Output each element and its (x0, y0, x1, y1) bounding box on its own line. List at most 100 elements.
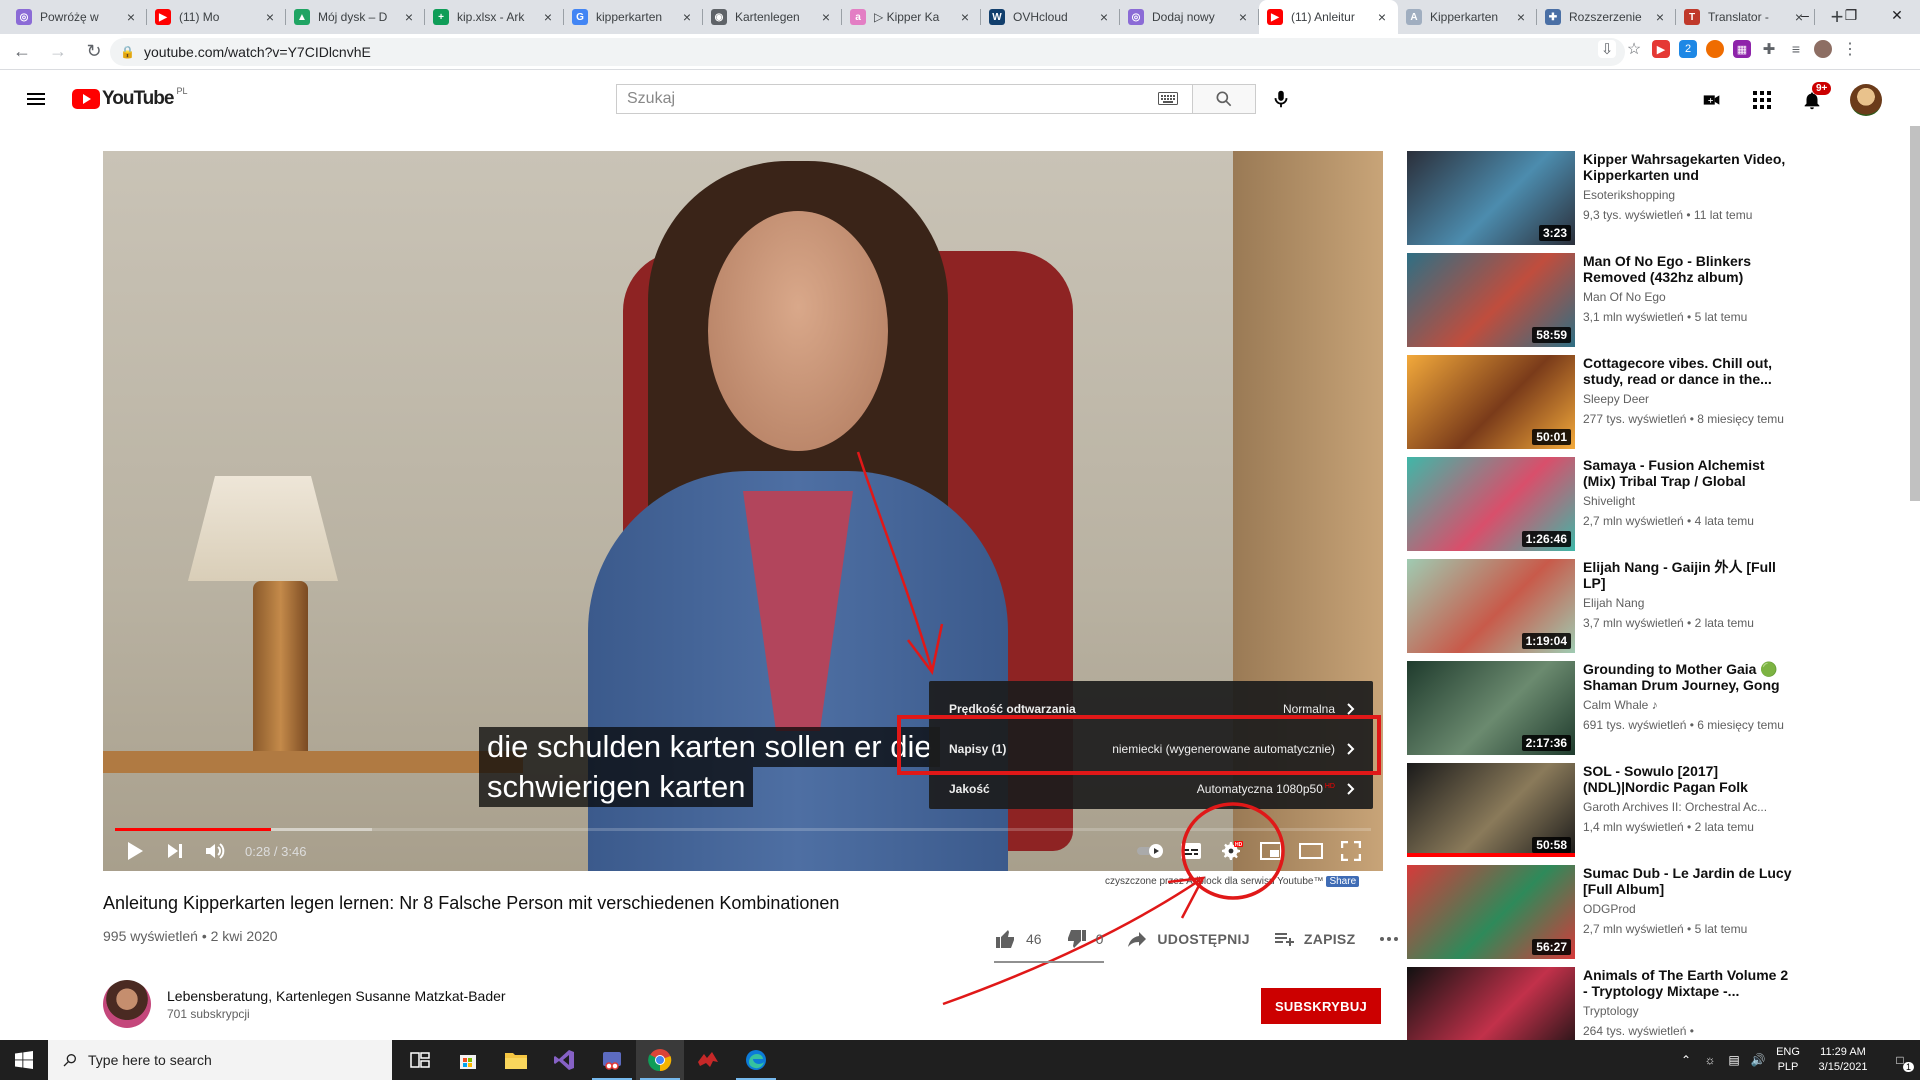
page-scrollbar-thumb[interactable] (1910, 126, 1920, 501)
recommendation-title[interactable]: Grounding to Mother Gaia 🟢 Shaman Drum J… (1583, 661, 1793, 693)
recommendation-thumbnail[interactable]: 56:27 (1407, 865, 1575, 959)
recommendation-thumbnail[interactable]: 1:19:04 (1407, 559, 1575, 653)
tab-close-icon[interactable]: × (123, 9, 139, 25)
browser-tab[interactable]: ◉ Kartenlegen × (703, 0, 842, 34)
video-player[interactable]: die schulden karten sollen er die schwie… (103, 151, 1383, 871)
recommendation-channel[interactable]: Calm Whale ♪ (1583, 698, 1658, 712)
save-button[interactable]: ZAPISZ (1272, 927, 1356, 951)
taskbar-visual-studio[interactable] (540, 1040, 588, 1080)
profile-avatar-icon[interactable] (1814, 40, 1832, 58)
channel-avatar[interactable] (103, 980, 151, 1028)
recommendation-channel[interactable]: ODGProd (1583, 902, 1636, 916)
search-button[interactable] (1192, 84, 1256, 114)
install-app-icon[interactable]: ⇩ (1598, 40, 1616, 58)
taskbar-app-store[interactable] (444, 1040, 492, 1080)
restore-button[interactable]: ❐ (1828, 0, 1874, 30)
browser-tab[interactable]: + kip.xlsx - Ark × (425, 0, 564, 34)
settings-button[interactable]: HD (1211, 833, 1251, 869)
subscribe-button[interactable]: SUBSKRYBUJ (1261, 988, 1381, 1024)
recommendation-thumbnail[interactable]: 1:26:46 (1407, 457, 1575, 551)
tab-close-icon[interactable]: × (1235, 9, 1251, 25)
mute-button[interactable] (195, 833, 235, 869)
recommendation-channel[interactable]: Sleepy Deer (1583, 392, 1649, 406)
tab-close-icon[interactable]: × (1374, 9, 1390, 25)
dislike-button[interactable]: 0 (1064, 927, 1103, 951)
settings-row[interactable]: Napisy (1) niemiecki (wygenerowane automa… (929, 729, 1373, 769)
tab-close-icon[interactable]: × (818, 9, 834, 25)
extension-orange-icon[interactable] (1706, 40, 1724, 58)
miniplayer-button[interactable] (1251, 833, 1291, 869)
next-button[interactable] (155, 833, 195, 869)
recommendation-item[interactable]: 2:17:36 Grounding to Mother Gaia 🟢 Shaman… (1407, 661, 1787, 763)
recommendation-item[interactable]: 56:27 Sumac Dub - Le Jardin de Lucy [Full… (1407, 865, 1792, 967)
youtube-logo[interactable]: YouTube PL (72, 86, 187, 109)
voice-search-button[interactable] (1264, 82, 1298, 116)
recommendation-channel[interactable]: Esoterikshopping (1583, 188, 1675, 202)
more-actions-button[interactable] (1377, 927, 1409, 951)
browser-tab[interactable]: a ▷ Kipper Ka × (842, 0, 981, 34)
taskbar-chrome[interactable] (636, 1040, 684, 1080)
menu-icon[interactable] (24, 87, 48, 111)
close-window-button[interactable]: ✕ (1874, 0, 1920, 30)
recommendation-title[interactable]: Samaya - Fusion Alchemist (Mix) Tribal T… (1583, 457, 1793, 489)
taskbar-app-red[interactable] (684, 1040, 732, 1080)
share-button[interactable]: UDOSTĘPNIJ (1125, 927, 1250, 951)
taskbar-search-box[interactable]: Type here to search (48, 1040, 392, 1080)
browser-tab[interactable]: A Kipperkarten × (1398, 0, 1537, 34)
recommendation-thumbnail[interactable]: 3:23 (1407, 151, 1575, 245)
task-view-button[interactable] (396, 1040, 444, 1080)
tab-close-icon[interactable]: × (1513, 9, 1529, 25)
network-icon[interactable]: ▤ (1722, 1040, 1746, 1080)
recommendation-title[interactable]: Man Of No Ego - Blinkers Removed (432hz … (1583, 253, 1793, 285)
recommendation-item[interactable]: 1:19:04 Elijah Nang - Gaijin 外人 [Full LP]… (1407, 559, 1787, 661)
recommendation-thumbnail[interactable]: 50:58 (1407, 763, 1575, 857)
account-avatar[interactable] (1850, 84, 1882, 116)
recommendation-channel[interactable]: Elijah Nang (1583, 596, 1644, 610)
minimize-button[interactable]: – (1782, 0, 1828, 30)
bookmark-star-icon[interactable]: ☆ (1625, 40, 1643, 58)
browser-tab[interactable]: ▲ Mój dysk – D × (286, 0, 425, 34)
forward-button[interactable]: → (44, 38, 72, 66)
tab-close-icon[interactable]: × (1652, 9, 1668, 25)
notifications-button[interactable]: 9+ (1800, 82, 1832, 112)
recommendation-item[interactable]: 50:01 Cottagecore vibes. Chill out, study… (1407, 355, 1787, 457)
browser-tab[interactable]: ◎ Powróżę w × (8, 0, 147, 34)
speaker-icon[interactable]: 🔊 (1746, 1040, 1770, 1080)
recommendation-channel[interactable]: Tryptology (1583, 1004, 1639, 1018)
browser-tab[interactable]: ✚ Rozszerzenie × (1537, 0, 1676, 34)
browser-tab[interactable]: ▶ (11) Mo × (147, 0, 286, 34)
show-hidden-icons-button[interactable]: ⌃ (1674, 1040, 1698, 1080)
recommendation-channel[interactable]: Man Of No Ego (1583, 290, 1666, 304)
subtitles-button[interactable] (1171, 833, 1211, 869)
recommendation-item[interactable]: 1:26:46 Samaya - Fusion Alchemist (Mix) T… (1407, 457, 1787, 559)
recommendation-channel[interactable]: Shivelight (1583, 494, 1635, 508)
reading-list-icon[interactable]: ≡ (1787, 40, 1805, 58)
apps-button[interactable] (1750, 88, 1774, 112)
taskbar-clock[interactable]: 11:29 AM 3/15/2021 (1806, 1045, 1880, 1075)
tab-close-icon[interactable]: × (401, 9, 417, 25)
recommendation-title[interactable]: SOL - Sowulo [2017] (NDL)|Nordic Pagan F… (1583, 763, 1793, 795)
fullscreen-button[interactable] (1331, 833, 1371, 869)
address-bar[interactable]: 🔒 youtube.com/watch?v=Y7CIDlcnvhE (110, 38, 1625, 66)
browser-tab[interactable]: Gkipperkarten × (564, 0, 703, 34)
recommendation-title[interactable]: Animals of The Earth Volume 2 - Tryptolo… (1583, 967, 1793, 999)
extensions-puzzle-icon[interactable]: ✚ (1760, 40, 1778, 58)
tray-app-icon[interactable]: ☼ (1698, 1040, 1722, 1080)
create-video-button[interactable] (1700, 88, 1724, 112)
recommendation-item[interactable]: 3:23 Kipper Wahrsagekarten Video, Kipperk… (1407, 151, 1787, 253)
play-button[interactable] (115, 833, 155, 869)
recommendation-title[interactable]: Sumac Dub - Le Jardin de Lucy [Full Albu… (1583, 865, 1793, 897)
settings-row[interactable]: Jakość Automatyczna 1080p50 HD (929, 769, 1373, 809)
tab-close-icon[interactable]: × (679, 9, 695, 25)
tab-close-icon[interactable]: × (1096, 9, 1112, 25)
search-input[interactable] (616, 84, 1192, 114)
recommendation-item[interactable]: 58:59 Man Of No Ego - Blinkers Removed (4… (1407, 253, 1787, 355)
recommendation-thumbnail[interactable]: 50:01 (1407, 355, 1575, 449)
keyboard-icon[interactable] (1158, 92, 1178, 105)
taskbar-file-explorer[interactable] (492, 1040, 540, 1080)
tab-close-icon[interactable]: × (540, 9, 556, 25)
recommendation-channel[interactable]: Garoth Archives II: Orchestral Ac... (1583, 800, 1767, 814)
extension-blue-icon[interactable]: 2 (1679, 40, 1697, 58)
back-button[interactable]: ← (8, 38, 36, 66)
recommendation-title[interactable]: Cottagecore vibes. Chill out, study, rea… (1583, 355, 1793, 387)
